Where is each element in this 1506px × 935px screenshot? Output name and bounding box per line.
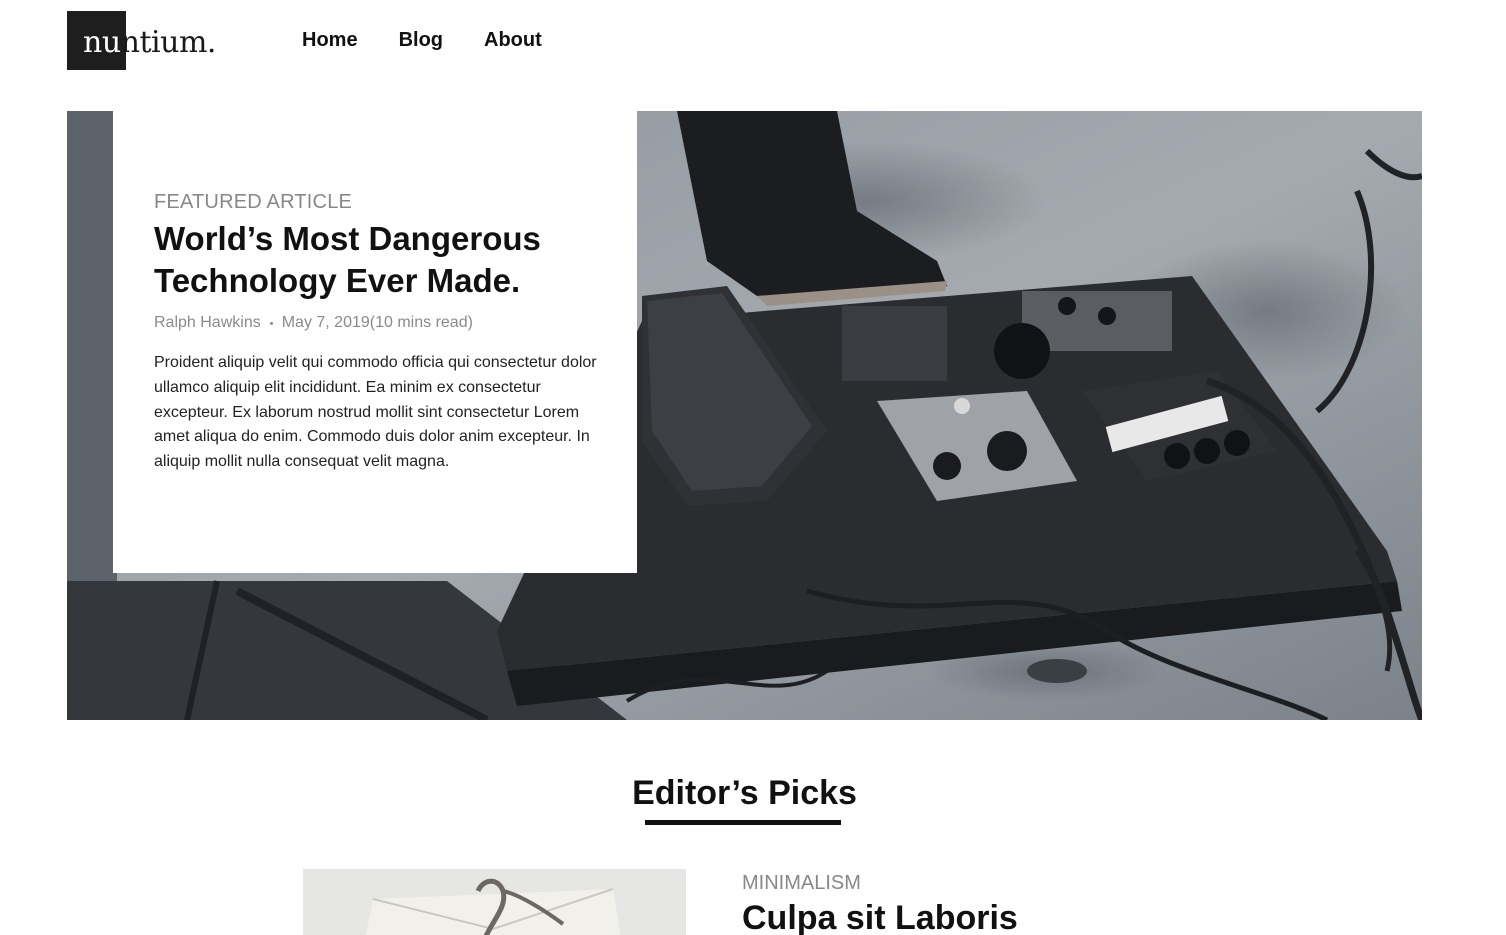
editors-picks-heading: Editor’s Picks [632,774,857,812]
article-author[interactable]: Ralph Hawkins [154,314,261,332]
logo-text-rest: ntium. [120,25,217,60]
pick-title[interactable]: Culpa sit Laboris [742,897,1018,935]
page: nuntium. Home Blog About FEATURED ARTICL… [0,0,1506,935]
site-header: nuntium. Home Blog About [0,0,1506,90]
nav-link-home[interactable]: Home [302,27,358,53]
main-nav: Home Blog About [302,27,583,53]
article-read-time: (10 mins read) [369,314,473,331]
article-date: May 7, 2019 [281,314,370,331]
editors-picks-underline [645,820,841,825]
featured-article-title[interactable]: World’s Most Dangerous Technology Ever M… [154,218,614,302]
featured-article-excerpt: Proident aliquip velit qui commodo offic… [154,354,597,471]
meta-separator-dot [269,321,273,325]
pick-category: MINIMALISM [742,872,861,894]
envelope-photo [303,869,686,935]
pick-thumbnail[interactable] [303,869,686,935]
logo-text: nuntium. [83,25,216,61]
featured-article-meta: Ralph Hawkins May 7, 2019 (10 mins read) [154,314,473,332]
nav-link-about[interactable]: About [484,27,542,53]
featured-article-card: FEATURED ARTICLE World’s Most Dangerous … [113,111,637,573]
logo-text-dark-part: nu [83,25,121,60]
site-logo[interactable]: nuntium. [67,11,257,70]
featured-label: FEATURED ARTICLE [154,191,353,213]
nav-link-blog[interactable]: Blog [399,27,443,53]
